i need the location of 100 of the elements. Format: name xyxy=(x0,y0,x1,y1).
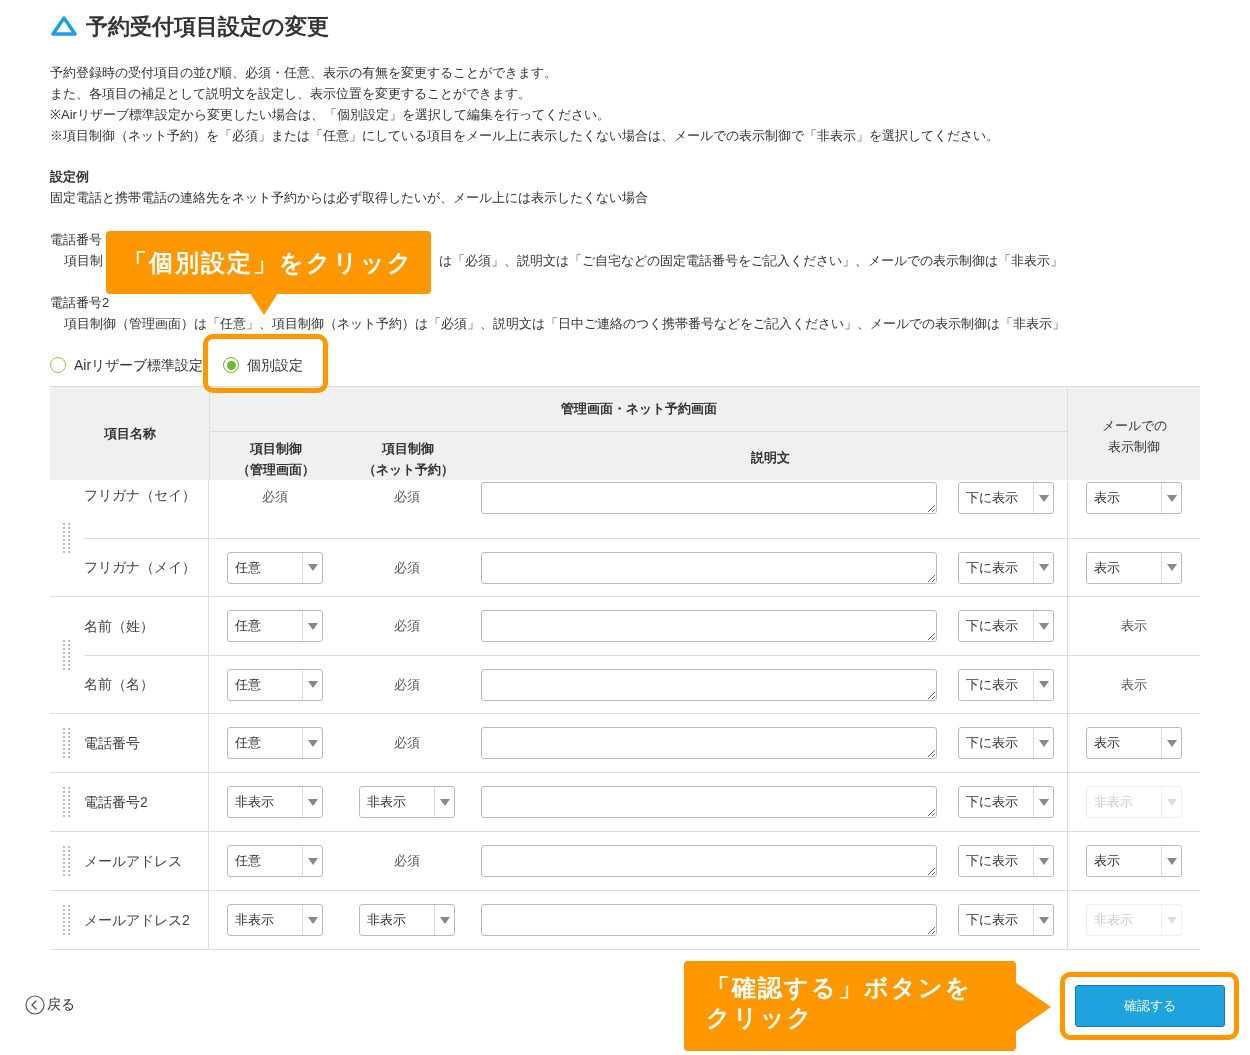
description-text: ※項目制御（ネット予約）を「必須」または「任意」にしている項目をメール上に表示したくない場合は、メールでの表示制御で「非表示」を選択してください。 xyxy=(50,127,1000,145)
item-name: 電話番号2 xyxy=(84,792,149,812)
caret-icon xyxy=(307,681,318,688)
dropdown[interactable]: 任意 xyxy=(227,845,323,877)
dropdown[interactable]: 下に表示 xyxy=(958,904,1054,936)
caret-icon xyxy=(307,857,318,865)
callout-pointer xyxy=(250,293,278,315)
caret-icon xyxy=(1038,564,1049,571)
triangle-logo-icon xyxy=(50,15,78,37)
caret-icon xyxy=(1166,857,1177,865)
description-field[interactable] xyxy=(481,845,937,877)
caret-icon xyxy=(1038,739,1049,747)
item-name: フリガナ（メイ） xyxy=(84,558,197,577)
caret-icon xyxy=(1038,681,1049,688)
dropdown[interactable]: 表示 xyxy=(1086,727,1182,759)
callout: 「確認する」ボタンを クリック xyxy=(684,961,1016,1051)
caret-icon xyxy=(1166,798,1177,806)
dropdown[interactable]: 下に表示 xyxy=(958,551,1054,584)
drag-handle-icon[interactable] xyxy=(63,728,71,758)
item-name: 名前（名） xyxy=(84,675,155,694)
caret-icon xyxy=(1038,916,1049,924)
drag-handle-icon[interactable] xyxy=(63,523,71,553)
example-item-detail: 項目制御（管理画面）は「任意」、項目制御（ネット予約）は「必須」、説明文は「日中ご連絡のつく携帯番号などをご記入ください」、メールでの表示制御は「非表示」 xyxy=(64,315,1065,333)
caret-icon xyxy=(307,916,318,924)
column-header: メールでの 表示制御 xyxy=(1100,417,1168,456)
caret-icon xyxy=(307,739,318,747)
callout: 「個別設定」をクリック xyxy=(106,231,431,294)
description-field[interactable] xyxy=(481,668,937,701)
example-item-detail: 項目制 xyxy=(64,252,103,270)
example-item-name: 電話番号2 xyxy=(50,294,110,312)
caret-icon xyxy=(307,564,318,571)
description-field[interactable] xyxy=(481,727,937,759)
dropdown[interactable]: 非表示 xyxy=(227,786,323,818)
drag-handle-icon[interactable] xyxy=(63,787,71,817)
dropdown[interactable]: 非表示 xyxy=(227,904,323,936)
caret-icon xyxy=(1038,798,1049,806)
example-heading: 設定例 xyxy=(50,168,90,186)
back-link[interactable]: 戻る xyxy=(25,994,75,1015)
dropdown[interactable]: 表示 xyxy=(1086,845,1182,877)
table-cell-text: 必須 xyxy=(394,558,420,577)
description-field[interactable] xyxy=(481,610,937,642)
caret-icon xyxy=(1038,494,1049,502)
dropdown[interactable]: 任意 xyxy=(227,668,323,701)
dropdown[interactable]: 任意 xyxy=(227,610,323,642)
caret-icon xyxy=(439,916,450,924)
radio-option[interactable]: 個別設定 xyxy=(223,354,304,376)
table-cell-text: 必須 xyxy=(262,488,288,506)
drag-handle-icon[interactable] xyxy=(63,905,71,935)
radio-option[interactable]: Airリザーブ標準設定 xyxy=(50,354,204,376)
column-header: 管理画面・ネット予約画面 xyxy=(210,387,1067,432)
table-cell-text: 表示 xyxy=(1121,675,1147,694)
caret-icon xyxy=(307,798,318,806)
item-name: 名前（姓） xyxy=(84,616,155,636)
column-header: 項目名称 xyxy=(102,424,157,443)
dropdown[interactable]: 非表示 xyxy=(359,786,455,818)
column-header: 項目制御 （管理画面） xyxy=(236,440,316,479)
description-field[interactable] xyxy=(481,482,937,514)
caret-icon xyxy=(1166,916,1177,924)
example-summary: 固定電話と携帯電話の連絡先をネット予約からは必ず取得したいが、メール上には表示したくない場合 xyxy=(50,189,649,207)
description-field[interactable] xyxy=(481,551,937,584)
page-title: 予約受付項目設定の変更 xyxy=(86,12,329,41)
caret-icon xyxy=(1166,494,1177,502)
table-cell-text: 必須 xyxy=(394,488,420,506)
column-header: 項目制御 （ネット予約） xyxy=(361,440,455,479)
dropdown[interactable]: 下に表示 xyxy=(958,668,1054,701)
example-item-name: 電話番号 xyxy=(50,231,102,249)
table-cell-text: 必須 xyxy=(394,617,420,636)
dropdown[interactable]: 表示 xyxy=(1086,551,1182,584)
table-cell-text: 表示 xyxy=(1121,617,1147,636)
table-cell-text: 必須 xyxy=(394,852,420,871)
description-field[interactable] xyxy=(481,786,937,818)
item-name: フリガナ（セイ） xyxy=(84,486,197,505)
caret-icon xyxy=(1038,857,1049,865)
dropdown[interactable]: 表示 xyxy=(1086,482,1182,514)
dropdown[interactable]: 下に表示 xyxy=(958,727,1054,759)
item-name: 電話番号 xyxy=(84,733,141,753)
dropdown[interactable]: 下に表示 xyxy=(958,845,1054,877)
table-cell-text: 必須 xyxy=(394,675,420,694)
dropdown[interactable]: 任意 xyxy=(227,551,323,584)
item-name: メールアドレス2 xyxy=(84,910,191,930)
column-header: 説明文 xyxy=(750,449,791,467)
caret-icon xyxy=(1038,622,1049,630)
description-text: ※Airリザーブ標準設定から変更したい場合は、「個別設定」を選択して編集を行ってください。 xyxy=(50,106,611,124)
dropdown[interactable]: 任意 xyxy=(227,727,323,759)
example-item-detail: は「必須」、説明文は「ご自宅などの固定電話番号をご記入ください」、メールでの表示制御は「非表示」 xyxy=(439,252,1063,270)
callout-pointer xyxy=(1015,982,1051,1032)
caret-icon xyxy=(439,798,450,806)
dropdown[interactable]: 下に表示 xyxy=(958,482,1054,514)
dropdown[interactable]: 下に表示 xyxy=(958,610,1054,642)
caret-icon xyxy=(1166,739,1177,747)
description-field[interactable] xyxy=(481,904,937,936)
item-name: メールアドレス xyxy=(84,851,183,871)
dropdown[interactable]: 下に表示 xyxy=(958,786,1054,818)
drag-handle-icon[interactable] xyxy=(63,846,71,876)
caret-icon xyxy=(1166,564,1177,571)
description-text: 予約登録時の受付項目の並び順、必須・任意、表示の有無を変更することができます。 xyxy=(50,64,558,82)
table-cell-text: 必須 xyxy=(394,734,420,753)
drag-handle-icon[interactable] xyxy=(63,640,71,670)
dropdown[interactable]: 非表示 xyxy=(359,904,455,936)
caret-icon xyxy=(307,622,318,630)
